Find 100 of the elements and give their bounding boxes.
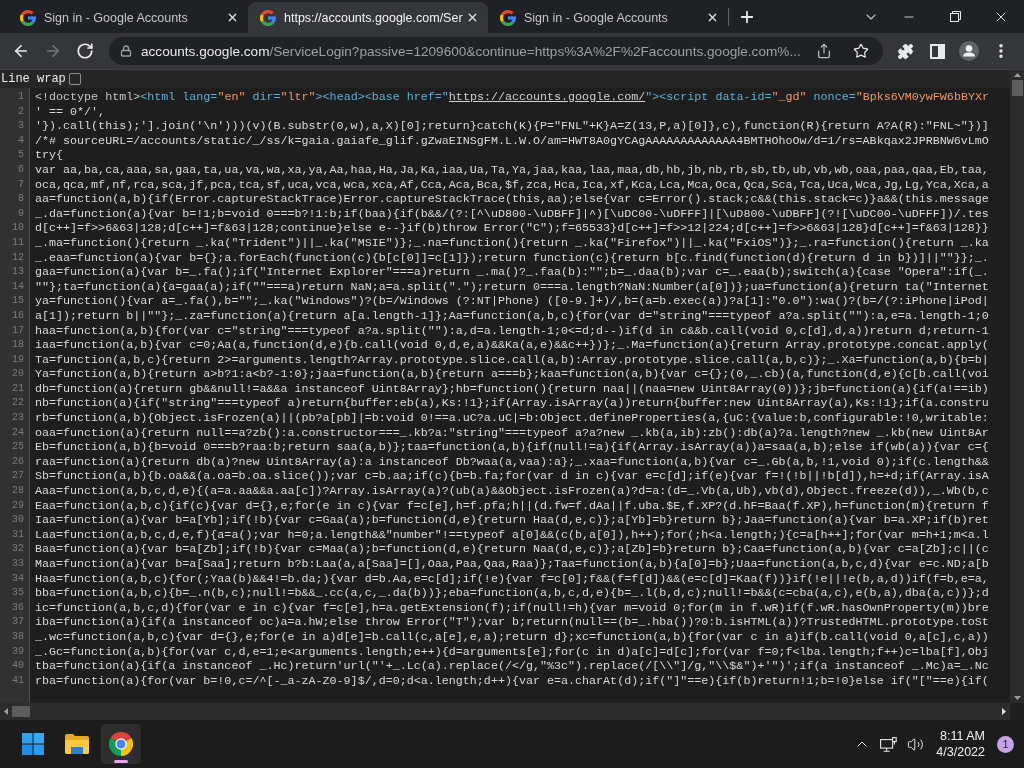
line-number: 10 bbox=[12, 222, 24, 234]
scroll-left-arrow-icon[interactable] bbox=[4, 708, 8, 715]
code-line: _.Gc=function(a,b){for(var c,d,e=1;e<arguments.length;e++){d=arguments[e];for(c in d)a[c]=d[c];for(var f=0;f<lba.length;f++)c=lba[f],Obj bbox=[35, 644, 989, 660]
close-icon[interactable] bbox=[226, 11, 239, 24]
line-number: 33 bbox=[12, 558, 24, 569]
scroll-right-arrow-icon[interactable] bbox=[1002, 708, 1006, 715]
code-line: Laa=function(a,b,c,d,e,f){a=a();var h=0;a.length&&"number"!==typeof a[0]&&(c(b,a[0]),h++);for(;h<a.length;){c=a[h++];for(var m=h+1;m<a.l bbox=[35, 527, 989, 543]
line-number: 26 bbox=[12, 455, 24, 467]
code-line: '}).call(this);'].join('\n')))(v)(B.substr(0,w),a,X)[0];return}catch(K){P="FNL"+K}A=Z(13,P,a)[0]},c),function(R){return A?A(R):"FNL~"})] bbox=[35, 119, 989, 134]
line-number: 14 bbox=[12, 280, 24, 292]
tag-text: "><script data-id= bbox=[645, 90, 772, 104]
clock-date[interactable]: 4/3/2022 bbox=[936, 744, 985, 760]
code-line: try{ bbox=[35, 148, 64, 163]
attribute-value: "Bpks6VM0ywFW6bBYXr bbox=[855, 90, 989, 104]
vertical-scrollbar[interactable] bbox=[1010, 70, 1024, 703]
code-line: db=function(a){return gb&&null!=a&&a instanceof Uint8Array};hb=function(){return naa||(naa=new Uint8Array(0))};jb=function(a){if(a!==ib) bbox=[35, 381, 989, 397]
code-line: ic=function(a,b,c,d){for(var e in c){var f=c[e],h=a.getExtension(f);if(null!=h){var m=void 0;for(m in f.wR)if(f.wR.hasOwnProperty(m))bre bbox=[35, 600, 989, 616]
code-line: Haa=function(a,b,c){for(;Yaa(b)&&4!=b.da;){var d=b.Aa,e=c[d];if(!e){var f=c[0];f&&(f=f[d])&&(e=c[d]=Kaa(f))}if(!e||!e(b,a,d))if(f=b,e=a, bbox=[35, 571, 989, 587]
attribute-value: "ltr" bbox=[280, 90, 316, 104]
line-number: 39 bbox=[12, 645, 24, 657]
code-line: var aa,ba,ca,aaa,sa,gaa,ta,ua,va,wa,xa,ya,Aa,haa,Ha,Ja,Ka,iaa,Ua,Ta,Ya,jaa,kaa,laa,maa,db,hb,jb,nb,rb,sb,tb,ub,vb,wb,oaa,paa,qaa,Eb,taa, bbox=[35, 162, 989, 178]
line-number: 16 bbox=[12, 309, 24, 321]
scrollbar-thumb[interactable] bbox=[12, 706, 30, 717]
scroll-up-arrow-icon[interactable] bbox=[1013, 73, 1021, 77]
line-number: 34 bbox=[12, 572, 24, 584]
browser-tab[interactable]: https://accounts.google.com/Ser bbox=[248, 2, 488, 33]
speaker-icon[interactable] bbox=[907, 735, 925, 753]
line-number: 20 bbox=[12, 368, 24, 380]
code-line: rba=function(a){for(var b=!0,c=/^[-_a-zA-Z0-9]$/,d=0;d<a.length;d++){var e=a.charAt(d);if("]"==e){if(b)return!1;b=!0}else if("["==e){if( bbox=[35, 673, 989, 689]
code-line: Aaa=function(a,b,c,d,e){(a=a.aa&&a.aa[c])?Array.isArray(a)?(ub(a)&&Object.isFrozen(a)?d=a:(d=_.Vb(a,Ub),vb(d),Object.freeze(d)),_.Wb(b,c bbox=[35, 484, 989, 499]
line-number: 38 bbox=[12, 630, 24, 642]
clock-time[interactable]: 8:11 AM bbox=[940, 728, 985, 744]
line-number: 15 bbox=[12, 295, 24, 307]
monitor-plug-icon[interactable] bbox=[880, 736, 898, 752]
puzzle-icon[interactable] bbox=[896, 42, 914, 60]
line-number: 37 bbox=[12, 616, 24, 628]
line-number: 17 bbox=[12, 324, 24, 336]
multicolor-g-icon bbox=[260, 9, 276, 26]
close-icon[interactable] bbox=[706, 11, 719, 24]
horizontal-scrollbar[interactable] bbox=[0, 703, 1010, 720]
line-number: 9 bbox=[18, 207, 24, 219]
line-number: 23 bbox=[12, 412, 24, 424]
code-line: ' == 0*/', bbox=[35, 104, 106, 120]
browser-tab[interactable]: Sign in - Google Accounts bbox=[8, 2, 248, 33]
code-line: a[1]);return b||""};_.za=function(a){return a[a.length-1]};Aa=function(a,b,c){for(var d="string"===typeof a?a.split(""):a,e=a.length-1;0 bbox=[35, 308, 989, 324]
lock-icon[interactable] bbox=[120, 45, 132, 57]
line-wrap-label: Line wrap bbox=[1, 72, 66, 86]
avatar-icon[interactable] bbox=[959, 41, 979, 61]
line-number: 2 bbox=[18, 105, 24, 117]
line-number: 18 bbox=[12, 339, 24, 351]
tag-text: ><head><base href=" bbox=[315, 90, 449, 104]
tag-text: nonce= bbox=[812, 90, 856, 104]
code-line: tba=function(a){if(a instanceof _.Hc)return'url("'+_.Lc(a).replace(/</g,"%3c").replace(/[\\"]/g,"\\$&")+'")';if(a instanceof _.Mc)a=_.Nc bbox=[35, 659, 989, 674]
line-number: 3 bbox=[18, 120, 24, 132]
code-line: ""};ta=function(a){a=gaa(a);if(""===a)return NaN;a=a.split(".");return 0===a.length?NaN:Number(a[0])};ua=function(a){return ta("Internet bbox=[35, 279, 989, 295]
browser-tab[interactable]: Sign in - Google Accounts bbox=[488, 2, 728, 33]
line-number: 11 bbox=[12, 236, 24, 248]
code-line: ya=function(){var a=_.fa(),b="";_.ka("Windows")?(b=/Windows (?:NT|Phone) ([0-9.]+)/,b=(a=b.exec(a))?a[1]:"0.0"):wa()?(b=/(?:iPhone|iPod| bbox=[35, 294, 989, 309]
code-line: oca,qca,mf,nf,rca,sca,jf,pca,tca,sf,uca,vca,wca,xca,Af,Cca,Aca,Bca,$f,zca,Hca,Ica,xf,Kca,Lca,Mca,Oca,Qca,Sca,Tca,Uca,Wca,Jg,Lg,Yca,Xca,a bbox=[35, 177, 989, 193]
line-number: 6 bbox=[18, 163, 24, 175]
code-line: iba=function(a){if(a instanceof oc)a=a.hW;else throw Error("T");var b;return(null==(b=_.hba())?0:b.isHTML(a))?TrustedHTML.prototype.toSt bbox=[35, 615, 989, 630]
source-link[interactable]: https://accounts.google.com/ bbox=[448, 90, 646, 104]
code-line: Sb=function(a,b){b.oa&&(a.oa=b.oa.slice());var c=b.aa;if(c){b=b.fa;for(var d in c){var e=c[d];if(e){var f=!(!b||!b[d]),h=+d;if(Array.isA bbox=[35, 469, 989, 485]
multicolor-g-icon bbox=[500, 9, 516, 26]
code-line: raa=function(a){return db(a)?new Uint8Array(a):a instanceof Db?waa(a,vaa):a};_.xaa=function(a,b){var c=_.Gb(a,b,!1,void 0);if(c.length&& bbox=[35, 454, 989, 470]
line-number: 35 bbox=[12, 587, 24, 599]
line-number: 40 bbox=[12, 660, 24, 672]
line-number: 5 bbox=[18, 149, 24, 161]
line-number: 4 bbox=[18, 134, 24, 146]
code-line: iaa=function(a,b){var c=0;Aa(a,function(d,e){b.call(void 0,d,e,a)&&Ka(a,e)&&c++})};_.Ma=function(a){return Array.prototype.concat.apply( bbox=[35, 338, 989, 353]
pill-indicator-icon bbox=[114, 760, 128, 763]
reload-icon[interactable] bbox=[76, 42, 94, 60]
taskbar-app-button[interactable] bbox=[101, 724, 141, 764]
folder-icon[interactable] bbox=[65, 734, 89, 754]
scrollbar-thumb[interactable] bbox=[1011, 80, 1023, 96]
line-number: 1 bbox=[18, 91, 24, 102]
notification-count[interactable]: 1 bbox=[997, 735, 1014, 753]
side-panel-icon[interactable] bbox=[929, 43, 945, 59]
code-line: nb=function(a){if("string"===typeof a)return{buffer:eb(a),Ks:!1};if(Array.isArray(a))return{buffer:new Uint8Array(a),Ks:!1};if(a.constru bbox=[35, 396, 989, 412]
code-line: /*# sourceURL=/accounts/static/_/ss/k=gaia.gaiafe_glif.gZwaEINSgFM.L.W.O/am=HWT8A0gYCAgAAAAAAAAAAAAA4BMTHOhoOw/d=1/rs=ABkqax2JPRBNW6vLmO bbox=[35, 133, 989, 149]
line-number: 21 bbox=[12, 382, 24, 394]
star-icon[interactable] bbox=[853, 43, 869, 59]
share-icon[interactable] bbox=[816, 43, 832, 59]
line-number: 31 bbox=[12, 528, 24, 540]
code-line: Ta=function(a,b,c){return 2>=arguments.length?Array.prototype.slice.call(a,b):Array.prototype.slice.call(a,b,c)};_.Xa=function(a,b){b=b| bbox=[35, 352, 989, 368]
round-browser-icon[interactable] bbox=[109, 732, 133, 756]
code-line: bba=function(a,b,c){b=_.n(b,c);null!=b&&_.cc(a,c,_.da(b))};eba=function(a,b,c,d,e){b=_.l(b,d,c);null!=b&&(c=cba(a,c),e(b,a),dba(a,c))};d bbox=[35, 586, 989, 601]
code-line: oaa=function(a){return null==a?zb():a.constructor===_.kb?a:"string"===typeof a?a?new _.kb(a,ib):zb():db(a)?a.length?new _.kb(new Uint8Ar bbox=[35, 425, 989, 441]
close-icon[interactable] bbox=[466, 11, 479, 24]
line-number: 25 bbox=[12, 441, 24, 453]
four-squares-icon[interactable] bbox=[22, 733, 44, 755]
restore-icon[interactable] bbox=[949, 11, 961, 22]
line-number: 28 bbox=[12, 485, 24, 497]
code-line: Maa=function(a){var b=a[Saa];return b?b:Laa(a,a[Saa]=[],Oaa,Paa,Qaa,Raa)};Taa=function(a,b){a[0]=b};Uaa=function(a,b,c,d){var e=c.ND;a[b bbox=[35, 557, 989, 572]
code-line: Baa=function(a){var b=a[Zb];if(!b){var c=Maa(a);b=function(d,e){return Naa(d,e,c)};a[Zb]=b}return b};Caa=function(a,b){var c=a[Zb];c||(c bbox=[35, 542, 989, 557]
address-bar[interactable]: accounts.google.com/ServiceLogin?passive=1209600&continue=https%3A%2F%2Faccounts.google.com%... bbox=[109, 37, 883, 65]
scroll-down-arrow-icon[interactable] bbox=[1013, 696, 1021, 700]
line-wrap-checkbox[interactable] bbox=[68, 73, 81, 85]
code-line: _.eaa=function(a){var b={};a.forEach(function(c){b[c[0]]=c[1]});return function(c){return b[c.find(function(d){return d in b})]||""}};_. bbox=[35, 250, 989, 266]
line-number: 12 bbox=[12, 251, 24, 263]
